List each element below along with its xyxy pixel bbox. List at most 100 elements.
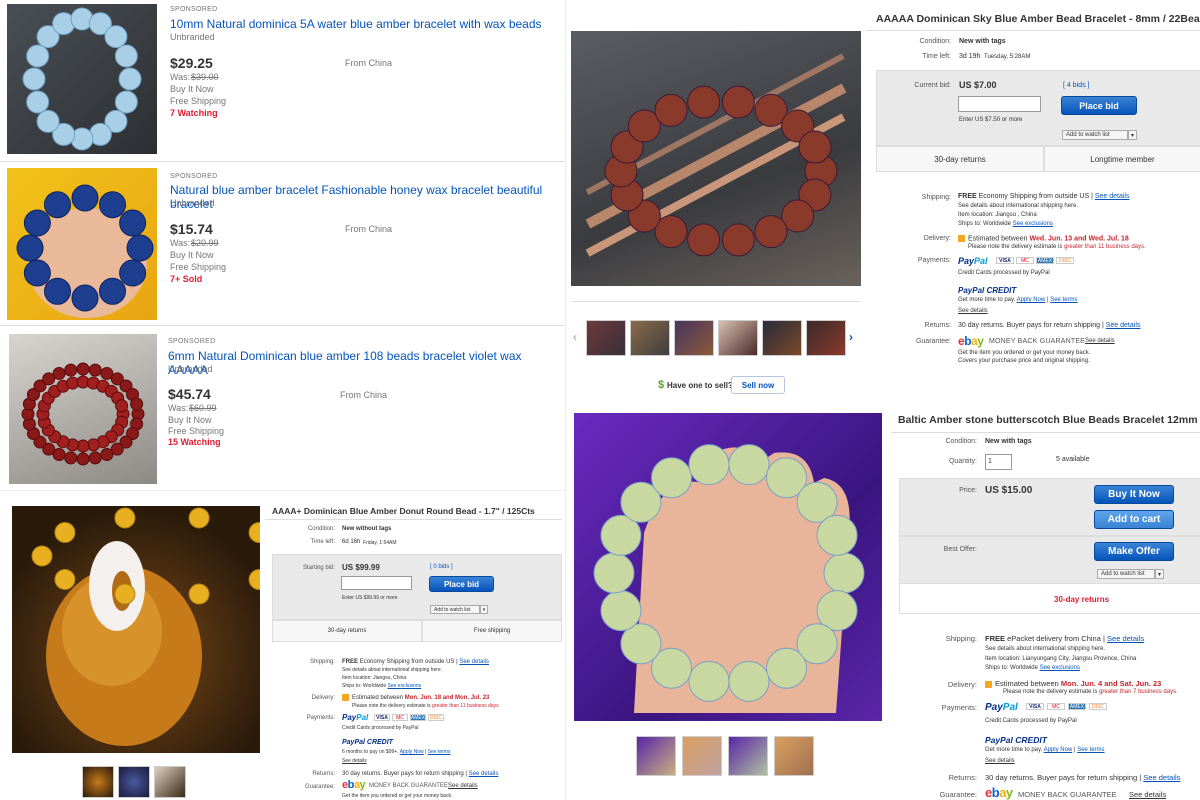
see-details-link-2[interactable]: See details bbox=[958, 308, 988, 314]
thumbnail[interactable] bbox=[154, 766, 186, 798]
thumbnail[interactable] bbox=[118, 766, 150, 798]
watch-dropdown-icon[interactable]: ▾ bbox=[480, 605, 488, 614]
add-to-watch-list[interactable]: Add to watch list bbox=[1097, 569, 1155, 579]
prev-arrow-icon[interactable]: ‹ bbox=[573, 330, 577, 344]
payments-label: Payments: bbox=[917, 257, 951, 264]
quantity-input[interactable]: 1 bbox=[985, 454, 1012, 470]
exclusions-link[interactable]: See exclusions bbox=[1013, 221, 1053, 227]
thumbnail[interactable] bbox=[682, 736, 722, 776]
returns-details-link[interactable]: See details bbox=[1143, 773, 1180, 782]
shipping-text: Economy Shipping from outside US bbox=[978, 193, 1090, 200]
thumbnail[interactable] bbox=[718, 320, 758, 356]
product-image[interactable] bbox=[9, 334, 157, 484]
title-divider bbox=[866, 30, 1200, 31]
listing-title-link[interactable]: 10mm Natural dominica 5A water blue ambe… bbox=[170, 17, 560, 31]
see-terms-link[interactable]: See terms bbox=[1077, 747, 1104, 753]
title-divider bbox=[891, 432, 1200, 433]
add-to-watch-list[interactable]: Add to watch list bbox=[430, 605, 480, 614]
see-details-link-2[interactable]: See details bbox=[985, 758, 1015, 764]
paypal-pay: Pay bbox=[958, 256, 975, 266]
returns-label: Returns: bbox=[948, 773, 977, 782]
bid-count-link[interactable]: [ 0 bids ] bbox=[430, 564, 453, 570]
thumbnail[interactable] bbox=[636, 736, 676, 776]
returns-details-link[interactable]: See details bbox=[1106, 322, 1141, 329]
exclusions-link[interactable]: See exclusions bbox=[388, 683, 422, 689]
apply-now-link[interactable]: Apply Now bbox=[400, 749, 424, 755]
intl-shipping-note[interactable]: See details about international shipping… bbox=[985, 646, 1105, 652]
thumbnail[interactable] bbox=[774, 736, 814, 776]
available-count: 5 available bbox=[1056, 456, 1090, 463]
see-details-link[interactable]: See details bbox=[459, 659, 489, 665]
list-item[interactable]: SPONSORED Natural blue amber bracelet Fa… bbox=[0, 166, 565, 326]
location-label: Item location: bbox=[342, 675, 372, 681]
see-terms-link[interactable]: See terms bbox=[1050, 297, 1077, 303]
thumbnail[interactable] bbox=[762, 320, 802, 356]
main-product-image[interactable] bbox=[574, 413, 882, 721]
mbg-details-link[interactable]: See details bbox=[1129, 790, 1166, 799]
watch-dropdown-icon[interactable]: ▾ bbox=[1128, 130, 1137, 140]
see-details-link[interactable]: See details bbox=[1095, 193, 1130, 200]
next-arrow-icon[interactable]: › bbox=[849, 330, 853, 344]
make-offer-button[interactable]: Make Offer bbox=[1094, 542, 1174, 561]
intl-shipping-note[interactable]: See details about international shipping… bbox=[342, 667, 442, 673]
list-item[interactable]: SPONSORED 10mm Natural dominica 5A water… bbox=[0, 0, 565, 162]
place-bid-button[interactable]: Place bid bbox=[1061, 96, 1137, 115]
bead bbox=[23, 209, 51, 237]
thumbnail[interactable] bbox=[586, 320, 626, 356]
bid-input[interactable] bbox=[958, 96, 1041, 112]
bid-count-link[interactable]: [ 4 bids ] bbox=[1063, 82, 1089, 89]
tab-free-shipping[interactable]: Free shipping bbox=[422, 620, 562, 642]
tab-returns[interactable]: 30-day returns bbox=[272, 620, 422, 642]
main-product-image[interactable] bbox=[12, 506, 260, 753]
list-item[interactable]: SPONSORED 6mm Natural Dominican blue amb… bbox=[0, 330, 565, 490]
thumbnail[interactable] bbox=[630, 320, 670, 356]
credit-line: 6 months to pay on $99+. Apply Now | See… bbox=[342, 749, 451, 755]
buy-it-now-button[interactable]: Buy It Now bbox=[1094, 485, 1174, 504]
apply-now-link[interactable]: Apply Now bbox=[1017, 297, 1046, 303]
listing-detail-baltic: Baltic Amber stone butterscotch Blue Bea… bbox=[565, 405, 1200, 800]
product-image[interactable] bbox=[7, 4, 157, 154]
delivery-pre: Estimated between bbox=[352, 695, 404, 702]
see-terms-link[interactable]: See terms bbox=[428, 749, 451, 755]
returns-details-link[interactable]: See details bbox=[469, 771, 499, 777]
thumbnail[interactable] bbox=[728, 736, 768, 776]
ships-to-value: Worldwide bbox=[1010, 665, 1038, 671]
shipping-text: ePacket delivery from China | bbox=[1007, 634, 1105, 643]
watch-dropdown-icon[interactable]: ▾ bbox=[1155, 569, 1164, 579]
exclusions-link[interactable]: See exclusions bbox=[1040, 665, 1080, 671]
tab-member[interactable]: Longtime member bbox=[1044, 146, 1200, 172]
guarantee-text-1: Get the item you ordered or get your mon… bbox=[958, 350, 1091, 356]
place-bid-button[interactable]: Place bid bbox=[429, 576, 494, 592]
thumbnail[interactable] bbox=[806, 320, 846, 356]
add-to-cart-button[interactable]: Add to cart bbox=[1094, 510, 1174, 529]
listing-title-link[interactable]: 6mm Natural Dominican blue amber 108 bea… bbox=[168, 349, 558, 377]
listing-detail-donut: AAAA+ Dominican Blue Amber Donut Round B… bbox=[0, 490, 565, 800]
listing-title-link[interactable]: Natural blue amber bracelet Fashionable … bbox=[170, 183, 562, 211]
brand: Unbranded bbox=[168, 364, 213, 374]
bead bbox=[88, 451, 102, 465]
delivery-note: Please note the delivery estimate is gre… bbox=[352, 703, 500, 709]
was-price: $39.00 bbox=[191, 72, 219, 82]
mbg-details-link[interactable]: See details bbox=[448, 783, 478, 789]
thumbnail[interactable] bbox=[82, 766, 114, 798]
add-to-watch-list[interactable]: Add to watch list bbox=[1062, 130, 1128, 140]
was-price: $20.99 bbox=[191, 238, 219, 248]
see-details-link[interactable]: See details bbox=[1107, 634, 1144, 643]
apply-now-link[interactable]: Apply Now bbox=[1044, 747, 1073, 753]
bid-input[interactable] bbox=[341, 576, 412, 590]
sell-now-button[interactable]: Sell now bbox=[731, 376, 785, 394]
thumbnail[interactable] bbox=[674, 320, 714, 356]
condition-value: New with tags bbox=[959, 38, 1006, 45]
paypal-pay: Pay bbox=[985, 702, 1003, 713]
tab-returns[interactable]: 30-day returns bbox=[876, 146, 1044, 172]
time-left-detail: Friday, 1:54AM bbox=[363, 540, 397, 546]
intl-shipping-note[interactable]: See details about international shipping… bbox=[958, 203, 1078, 209]
product-image[interactable] bbox=[7, 168, 157, 320]
bead bbox=[99, 277, 126, 305]
origin: From China bbox=[345, 224, 393, 234]
mbg-details-link[interactable]: See details bbox=[1085, 338, 1115, 344]
main-product-image[interactable] bbox=[571, 31, 861, 286]
image-frame bbox=[571, 288, 861, 302]
format: Buy It Now bbox=[170, 250, 214, 260]
see-details-link-2[interactable]: See details bbox=[342, 758, 367, 764]
